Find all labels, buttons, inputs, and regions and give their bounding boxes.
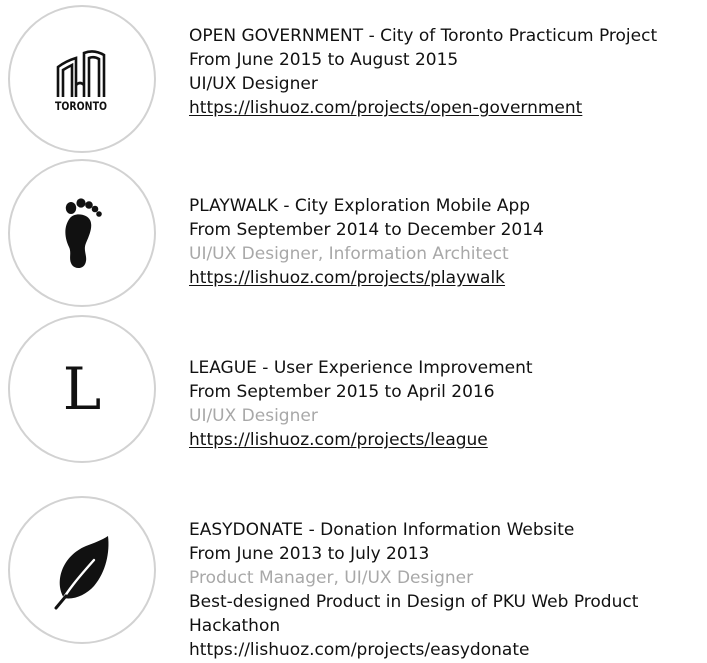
- project-info: EASYDONATE - Donation Information Websit…: [189, 518, 704, 662]
- project-title: OPEN GOVERNMENT - City of Toronto Practi…: [189, 26, 658, 46]
- project-dates: From June 2015 to August 2015: [189, 50, 459, 70]
- project-info: LEAGUE - User Experience Improvement Fro…: [189, 356, 704, 452]
- project-link[interactable]: https://lishuoz.com/projects/league: [189, 428, 704, 452]
- project-title: LEAGUE - User Experience Improvement: [189, 358, 533, 378]
- project-info: PLAYWALK - City Exploration Mobile App F…: [189, 194, 704, 290]
- project-logo: TORONTO: [8, 5, 156, 153]
- project-dates: From September 2014 to December 2014: [189, 220, 544, 240]
- project-logo: [8, 159, 156, 307]
- project-dates: From September 2015 to April 2016: [189, 382, 495, 402]
- project-role: Product Manager, UI/UX Designer: [189, 568, 474, 588]
- toronto-city-hall-icon: TORONTO: [55, 50, 107, 113]
- logo-wordmark: TORONTO: [55, 99, 107, 113]
- project-link[interactable]: https://lishuoz.com/projects/playwalk: [189, 266, 704, 290]
- project-link[interactable]: https://lishuoz.com/projects/open-govern…: [189, 96, 704, 120]
- project-role: UI/UX Designer: [189, 74, 318, 94]
- project-title: EASYDONATE - Donation Information Websit…: [189, 520, 575, 540]
- project-logo: L: [8, 315, 156, 463]
- project-award: Best-designed Product in Design of PKU W…: [189, 592, 639, 636]
- project-info: OPEN GOVERNMENT - City of Toronto Practi…: [189, 24, 704, 120]
- project-title: PLAYWALK - City Exploration Mobile App: [189, 196, 531, 216]
- letter-l-icon: L: [62, 355, 102, 423]
- project-link[interactable]: https://lishuoz.com/projects/easydonate: [189, 638, 704, 662]
- project-role: UI/UX Designer: [189, 406, 318, 426]
- leaf-icon: [54, 536, 109, 610]
- project-role: UI/UX Designer, Information Architect: [189, 244, 509, 264]
- footprint-icon: [65, 198, 102, 269]
- project-logo: [8, 496, 156, 644]
- project-dates: From June 2013 to July 2013: [189, 544, 430, 564]
